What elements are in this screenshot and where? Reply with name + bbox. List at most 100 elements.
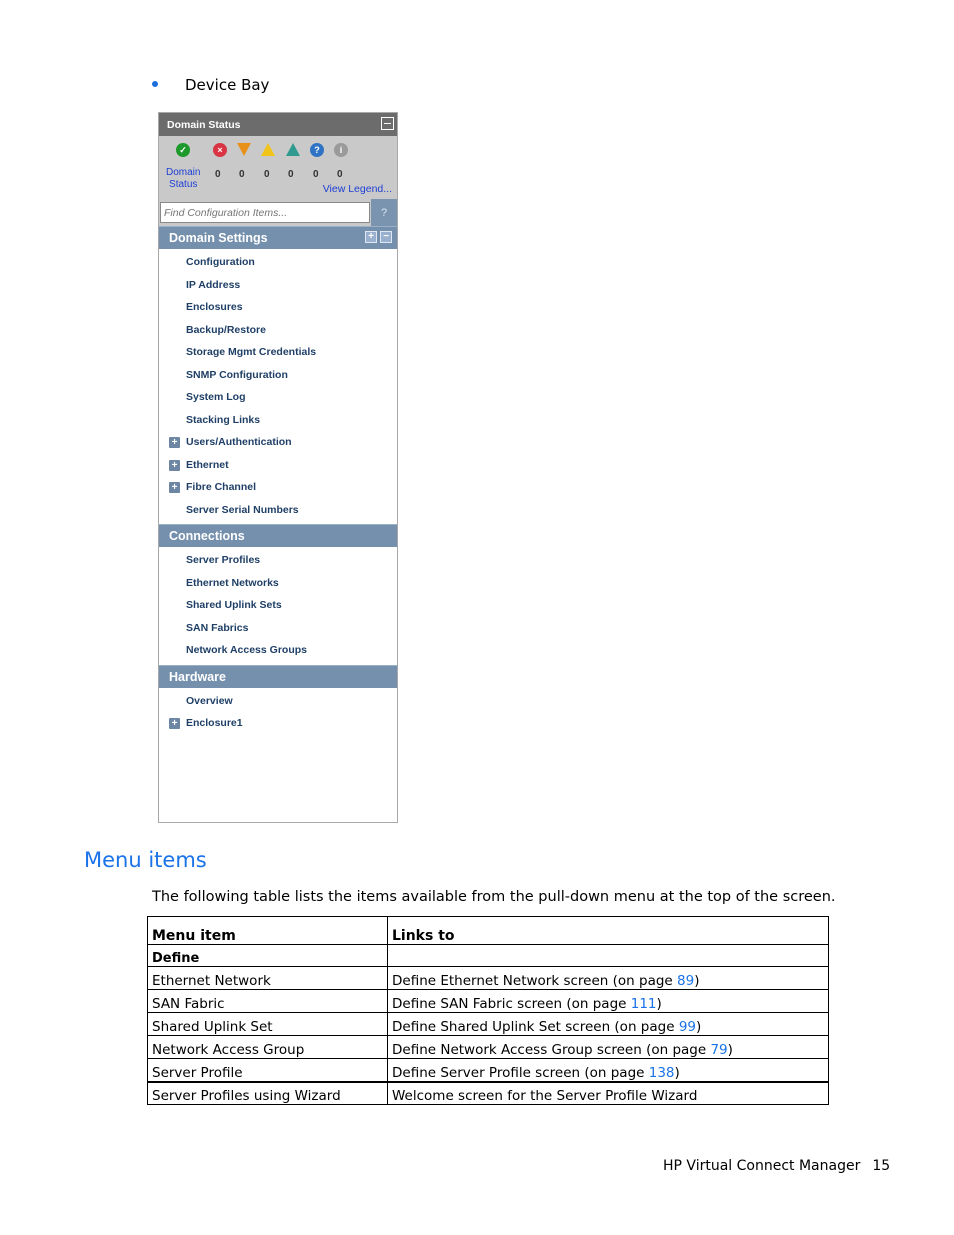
- info-icon[interactable]: i: [334, 143, 348, 157]
- nav-item-label: Ethernet Networks: [186, 576, 279, 589]
- nav-item-system-log[interactable]: System Log: [159, 386, 397, 409]
- nav-item-label: Fibre Channel: [186, 481, 257, 494]
- minor-warning-icon[interactable]: [261, 143, 275, 156]
- expand-plus-icon[interactable]: +: [169, 718, 180, 729]
- table-row: Network Access Group Define Network Acces…: [147, 1035, 829, 1059]
- table-row: Shared Uplink Set Define Shared Uplink Se…: [147, 1012, 829, 1036]
- link-suffix: ): [727, 1042, 733, 1058]
- nav-item-ethernet-networks[interactable]: Ethernet Networks: [159, 572, 397, 595]
- nav-item-server-profiles[interactable]: Server Profiles: [159, 549, 397, 572]
- nav-item-users-authentication[interactable]: + Users/Authentication: [159, 431, 397, 454]
- warning-count: 0: [288, 169, 294, 180]
- view-legend-link[interactable]: View Legend...: [323, 183, 392, 195]
- nav-item-configuration[interactable]: Configuration: [159, 251, 397, 274]
- links-to-cell: Define Ethernet Network screen (on page …: [387, 966, 829, 990]
- nav-item-label: Enclosure1: [186, 717, 243, 730]
- search-row: ?: [159, 199, 397, 226]
- domain-status-title: Domain Status: [167, 118, 241, 131]
- vc-navigation-panel: Domain Status ✓ × ? i Domain Status 0 0 …: [158, 112, 398, 823]
- table-row: SAN Fabric Define SAN Fabric screen (on p…: [147, 989, 829, 1013]
- link-description: Define Network Access Group screen (on p…: [392, 1042, 711, 1058]
- section-header-connections[interactable]: Connections: [159, 524, 397, 547]
- nav-item-label: Storage Mgmt Credentials: [186, 346, 317, 359]
- nav-item-storage-mgmt-credentials[interactable]: Storage Mgmt Credentials: [159, 341, 397, 364]
- page-link[interactable]: 79: [710, 1042, 727, 1058]
- links-to-cell: Define Server Profile screen (on page 13…: [387, 1058, 829, 1082]
- nav-item-stacking-links[interactable]: Stacking Links: [159, 409, 397, 432]
- section-header-hardware[interactable]: Hardware: [159, 664, 397, 688]
- bullet-dot-icon: [152, 81, 158, 87]
- table-row: Ethernet Network Define Ethernet Network …: [147, 966, 829, 990]
- domain-status-body: ✓ × ? i Domain Status 0 0 0 0 0 0 View L…: [159, 136, 397, 199]
- nav-item-label: System Log: [186, 391, 246, 404]
- nav-item-ip-address[interactable]: IP Address: [159, 274, 397, 297]
- link-suffix: ): [674, 1064, 680, 1081]
- page-link[interactable]: 89: [677, 973, 694, 989]
- nav-item-label: SAN Fabrics: [186, 621, 249, 634]
- menu-item-cell: Ethernet Network: [147, 966, 388, 990]
- links-to-cell: Define Shared Uplink Set screen (on page…: [387, 1012, 829, 1036]
- menu-item-cell: Shared Uplink Set: [147, 1012, 388, 1036]
- link-description: Define Shared Uplink Set screen (on page: [392, 1019, 679, 1035]
- menu-item-cell: Server Profile: [147, 1058, 388, 1082]
- collapse-icon[interactable]: [381, 117, 394, 130]
- table-header-row: Menu item Links to: [147, 916, 829, 945]
- nav-item-label: Shared Uplink Sets: [186, 599, 282, 612]
- link-suffix: ): [656, 996, 662, 1012]
- connections-list: Server Profiles Ethernet Networks Shared U…: [159, 547, 397, 665]
- expand-plus-icon[interactable]: +: [169, 459, 180, 471]
- find-config-items-input[interactable]: [160, 202, 370, 223]
- nav-item-shared-uplink-sets[interactable]: Shared Uplink Sets: [159, 594, 397, 617]
- header-menu-item: Menu item: [147, 916, 388, 945]
- link-suffix: ): [694, 973, 700, 989]
- table-row: Server Profile Define Server Profile scre…: [147, 1058, 829, 1082]
- hardware-list: Overview + Enclosure1: [159, 688, 397, 738]
- nav-item-overview[interactable]: Overview: [159, 690, 397, 713]
- expand-plus-icon[interactable]: +: [169, 482, 180, 493]
- page-link[interactable]: 99: [679, 1019, 696, 1035]
- warning-triangle-icon[interactable]: [286, 143, 300, 156]
- page-link[interactable]: 138: [649, 1065, 675, 1081]
- intro-paragraph: The following table lists the items avai…: [152, 889, 836, 905]
- nav-item-snmp-configuration[interactable]: SNMP Configuration: [159, 364, 397, 387]
- domain-status-link[interactable]: Domain Status: [166, 167, 200, 191]
- nav-item-label: Users/Authentication: [186, 436, 292, 449]
- critical-x-icon[interactable]: ×: [213, 143, 227, 157]
- critical-count: 0: [215, 169, 221, 180]
- domain-settings-list: Configuration IP Address Enclosures Backup/…: [159, 249, 397, 524]
- menu-items-heading: Menu items: [84, 848, 207, 872]
- major-triangle-icon[interactable]: [237, 143, 251, 156]
- unknown-question-icon[interactable]: ?: [310, 143, 324, 157]
- ok-check-icon[interactable]: ✓: [176, 143, 190, 157]
- group-label: Define: [147, 944, 388, 967]
- table-row: Server Profiles using Wizard Welcome scr…: [147, 1080, 829, 1105]
- nav-item-fibre-channel[interactable]: + Fibre Channel: [159, 476, 397, 499]
- links-to-cell: Define SAN Fabric screen (on page 111): [387, 989, 829, 1013]
- expand-all-icon[interactable]: +: [365, 231, 377, 243]
- nav-item-network-access-groups[interactable]: Network Access Groups: [159, 639, 397, 662]
- domain-status-header: Domain Status: [159, 113, 397, 136]
- collapse-all-icon[interactable]: −: [380, 231, 392, 243]
- nav-item-backup-restore[interactable]: Backup/Restore: [159, 319, 397, 342]
- nav-item-label: Server Profiles: [186, 554, 261, 567]
- section-header-domain-settings[interactable]: Domain Settings + −: [159, 226, 397, 249]
- page-link[interactable]: 111: [631, 996, 657, 1012]
- nav-item-san-fabrics[interactable]: SAN Fabrics: [159, 617, 397, 640]
- bullet-text: Device Bay: [185, 76, 270, 94]
- nav-item-server-serial-numbers[interactable]: Server Serial Numbers: [159, 499, 397, 522]
- table-group-row: Define: [147, 944, 829, 967]
- menu-item-cell: Server Profiles using Wizard: [147, 1080, 388, 1105]
- nav-item-enclosure1[interactable]: + Enclosure1: [159, 712, 397, 735]
- nav-item-ethernet[interactable]: + Ethernet: [159, 454, 397, 477]
- help-button[interactable]: ?: [371, 199, 397, 226]
- page-footer: HP Virtual Connect Manager 15: [663, 1158, 890, 1174]
- page-number: 15: [872, 1158, 891, 1174]
- info-count: 0: [337, 169, 343, 180]
- nav-item-label: IP Address: [186, 278, 241, 291]
- domain-status-link-line2: Status: [169, 179, 198, 190]
- group-empty-cell: [387, 944, 829, 967]
- nav-item-enclosures[interactable]: Enclosures: [159, 296, 397, 319]
- unknown-count: 0: [313, 169, 319, 180]
- links-to-cell: Define Network Access Group screen (on p…: [387, 1035, 829, 1059]
- expand-plus-icon[interactable]: +: [169, 437, 180, 448]
